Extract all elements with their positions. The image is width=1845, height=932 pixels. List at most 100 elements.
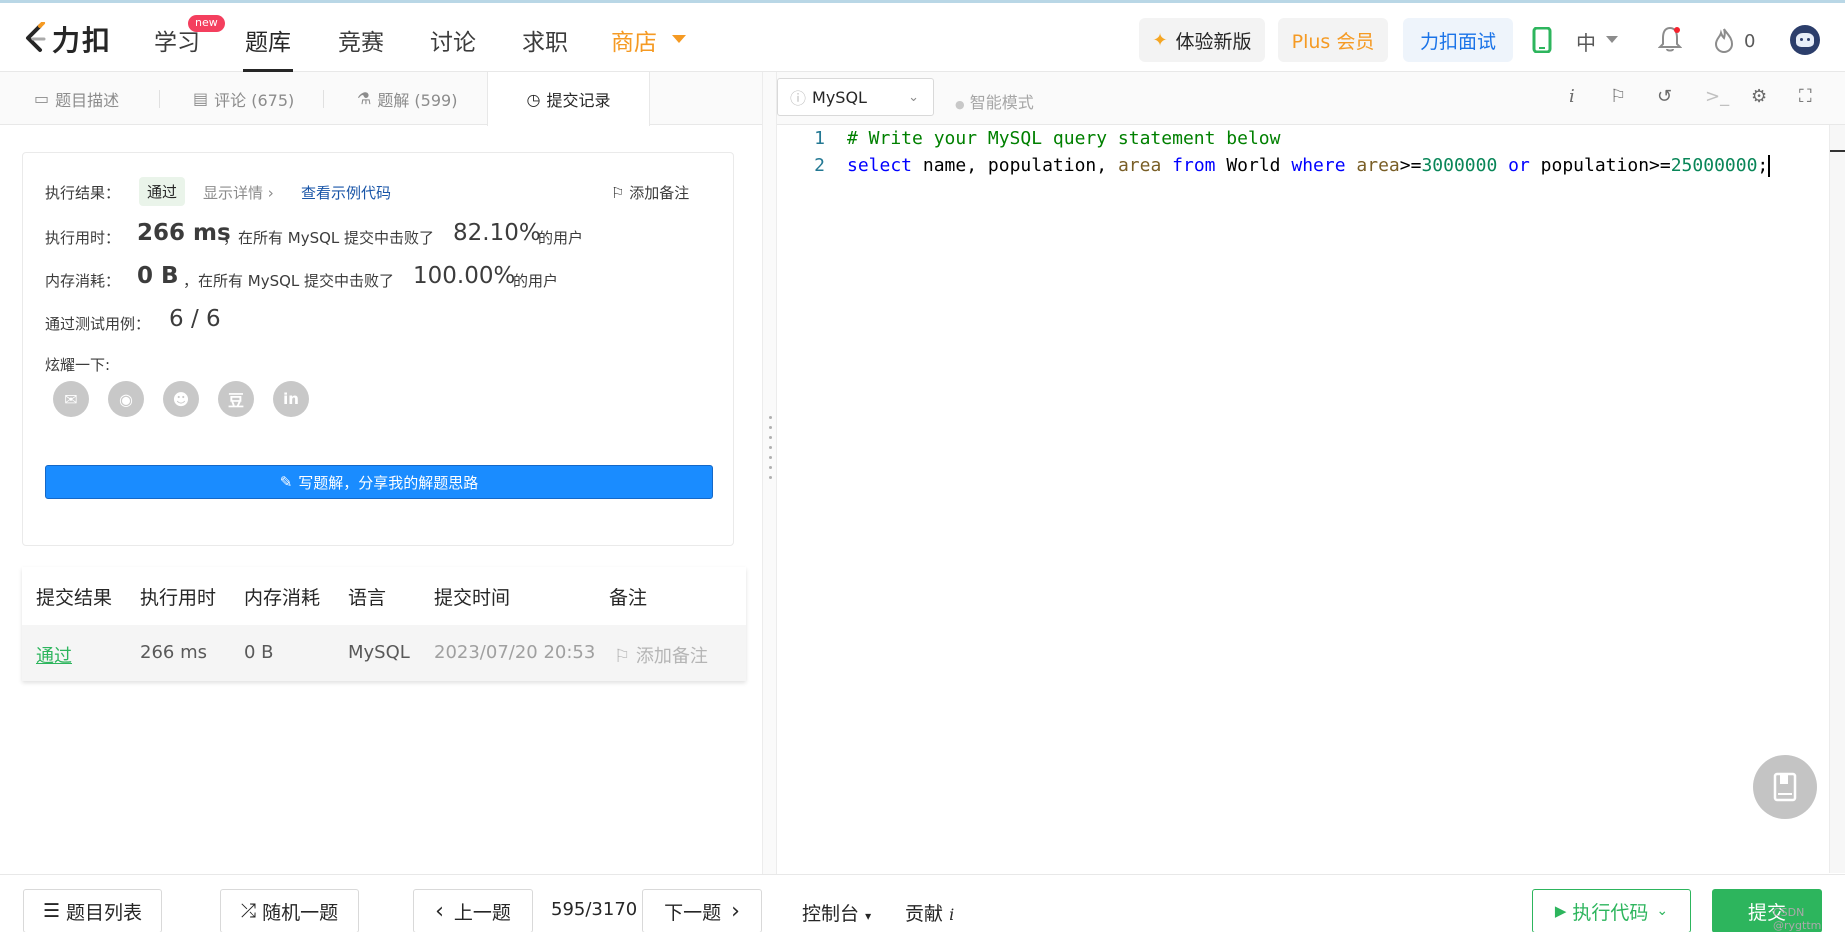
flame-icon[interactable] xyxy=(1714,27,1734,53)
reset-icon[interactable]: ↺ xyxy=(1657,86,1672,107)
nav-jobs[interactable]: 求职 xyxy=(522,23,568,57)
sparkle-icon: ✦ xyxy=(1152,29,1168,51)
run-code-button[interactable]: ▶ 执行代码 ⌄ xyxy=(1532,889,1691,932)
runtime-tail: 的用户 xyxy=(538,229,584,247)
code-token: area xyxy=(1117,155,1162,176)
nav-problems[interactable]: 题库 xyxy=(245,23,291,57)
avatar[interactable] xyxy=(1790,25,1820,55)
show-detail-link[interactable]: 显示详情 › xyxy=(203,182,274,203)
runtime-value: 266 ms xyxy=(137,220,231,246)
problem-list-label: 题目列表 xyxy=(66,901,143,924)
panel-splitter[interactable] xyxy=(762,72,777,874)
nav-discuss[interactable]: 讨论 xyxy=(430,23,476,57)
write-solution-button[interactable]: ✎ 写题解，分享我的解题思路 xyxy=(45,465,713,499)
line-number: 2 xyxy=(814,155,825,176)
code-token: 3000000 xyxy=(1421,155,1498,176)
tab-separator xyxy=(159,90,160,108)
code-token: 25000000 xyxy=(1670,155,1758,176)
tab-solutions[interactable]: ⚗ 题解 (599) xyxy=(357,72,457,125)
douban-icon[interactable]: 豆 xyxy=(218,381,254,417)
bell-icon[interactable] xyxy=(1658,25,1682,53)
flag-icon: ⚐ xyxy=(614,646,636,667)
nav-store[interactable]: 商店 xyxy=(611,23,657,57)
interview-button[interactable]: 力扣面试 xyxy=(1403,18,1513,62)
write-solution-label: 写题解，分享我的解题思路 xyxy=(298,473,479,492)
row-runtime: 266 ms xyxy=(140,642,207,663)
grip-dot xyxy=(769,446,772,449)
tab-comments[interactable]: ▤ 评论 (675) xyxy=(193,72,294,125)
clock-icon: ◷ xyxy=(526,89,541,109)
table-row[interactable]: 通过 266 ms 0 B MySQL 2023/07/20 20:53 ⚐ 添… xyxy=(22,625,746,681)
row-add-note-button[interactable]: ⚐ 添加备注 xyxy=(614,642,708,668)
code-editor[interactable]: 1 2 # Write your MySQL query statement b… xyxy=(777,125,1829,873)
contribute-button[interactable]: 贡献 i xyxy=(905,899,954,926)
list-icon: ☰ xyxy=(42,900,61,922)
flag-icon[interactable]: ⚐ xyxy=(1610,86,1626,107)
info-italic-icon[interactable]: i xyxy=(1569,86,1575,107)
memory-value: 0 B xyxy=(137,263,179,289)
status-badge: 通过 xyxy=(139,177,186,206)
tests-label: 通过测试用例： xyxy=(45,315,151,333)
prev-problem-button[interactable]: ‹ 上一题 xyxy=(413,889,533,932)
next-problem-button[interactable]: 下一题 › xyxy=(642,889,762,932)
tab-solutions-label: 题解 (599) xyxy=(377,90,458,110)
leetcode-logo-icon xyxy=(26,22,46,52)
settings-icon[interactable]: ⚙ xyxy=(1751,86,1767,107)
nav-contest[interactable]: 竞赛 xyxy=(338,23,384,57)
try-new-version-label: 体验新版 xyxy=(1175,30,1252,53)
col-header-time: 提交时间 xyxy=(434,587,511,609)
problem-list-button[interactable]: ☰ 题目列表 xyxy=(23,889,162,932)
code-token: or xyxy=(1508,155,1530,176)
qq-icon[interactable]: ☻ xyxy=(163,381,199,417)
notebook-icon xyxy=(1773,772,1797,802)
grip-dot xyxy=(769,436,772,439)
points-count: 0 xyxy=(1744,31,1756,52)
grip-dot xyxy=(769,426,772,429)
runtime-beat-text: ，在所有 MySQL 提交中击败了 xyxy=(223,229,435,247)
editor-scrollbar[interactable] xyxy=(1829,125,1845,873)
view-sample-code-link[interactable]: 查看示例代码 xyxy=(301,182,391,203)
wechat-icon[interactable]: ✉ xyxy=(53,381,89,417)
memory-label: 内存消耗： xyxy=(45,272,121,290)
code-line-2[interactable]: select name, population, area from World… xyxy=(847,155,1771,177)
language-caret-icon[interactable] xyxy=(1606,36,1618,43)
code-token: area xyxy=(1356,155,1400,176)
plus-member-button[interactable]: Plus 会员 xyxy=(1278,18,1388,62)
code-token: ; xyxy=(1757,155,1769,176)
add-note-button[interactable]: ⚐ 添加备注 xyxy=(611,182,689,203)
try-new-version-button[interactable]: ✦ 体验新版 xyxy=(1139,18,1265,62)
linkedin-icon[interactable]: in xyxy=(273,381,309,417)
language-select-value: MySQL xyxy=(812,87,867,107)
run-code-label: 执行代码 xyxy=(1572,901,1649,924)
row-status-link[interactable]: 通过 xyxy=(36,642,72,668)
mobile-icon[interactable] xyxy=(1532,27,1552,53)
col-header-result: 提交结果 xyxy=(36,587,113,609)
left-panel-tabs: ▭ 题目描述 ▤ 评论 (675) ⚗ 题解 (599) ◷ 提交记录 xyxy=(0,72,762,126)
weibo-icon[interactable]: ◉ xyxy=(108,381,144,417)
terminal-icon[interactable]: >_ xyxy=(1705,86,1729,107)
grip-dot xyxy=(769,476,772,479)
tab-submissions[interactable]: ◷ 提交记录 xyxy=(487,72,650,126)
text-cursor xyxy=(1768,155,1771,177)
notebook-float-button[interactable] xyxy=(1753,755,1817,819)
console-toggle[interactable]: 控制台 ▾ xyxy=(802,899,871,926)
console-label: 控制台 xyxy=(802,903,860,925)
code-line-1[interactable]: # Write your MySQL query statement below xyxy=(847,128,1280,149)
logo[interactable]: 力扣 xyxy=(20,21,112,57)
grip-dot xyxy=(769,416,772,419)
tab-description[interactable]: ▭ 题目描述 xyxy=(34,72,119,125)
fullscreen-icon[interactable]: ⛶ xyxy=(1799,86,1812,107)
language-select[interactable]: ⓘ MySQL ⌄ xyxy=(777,78,934,116)
tab-comments-label: 评论 (675) xyxy=(214,90,295,110)
shuffle-icon: ⤮ xyxy=(240,900,257,922)
language-switch[interactable]: 中 xyxy=(1576,27,1596,56)
code-token: name, population, xyxy=(912,155,1118,176)
random-problem-button[interactable]: ⤮ 随机一题 xyxy=(220,889,359,932)
store-caret-icon[interactable] xyxy=(672,35,686,43)
row-time: 2023/07/20 20:53 xyxy=(434,642,596,663)
col-header-runtime: 执行用时 xyxy=(140,587,217,609)
code-token: select xyxy=(847,155,913,176)
smart-mode-toggle[interactable]: ● 智能模式 xyxy=(955,89,1034,113)
new-badge: new xyxy=(188,15,225,32)
